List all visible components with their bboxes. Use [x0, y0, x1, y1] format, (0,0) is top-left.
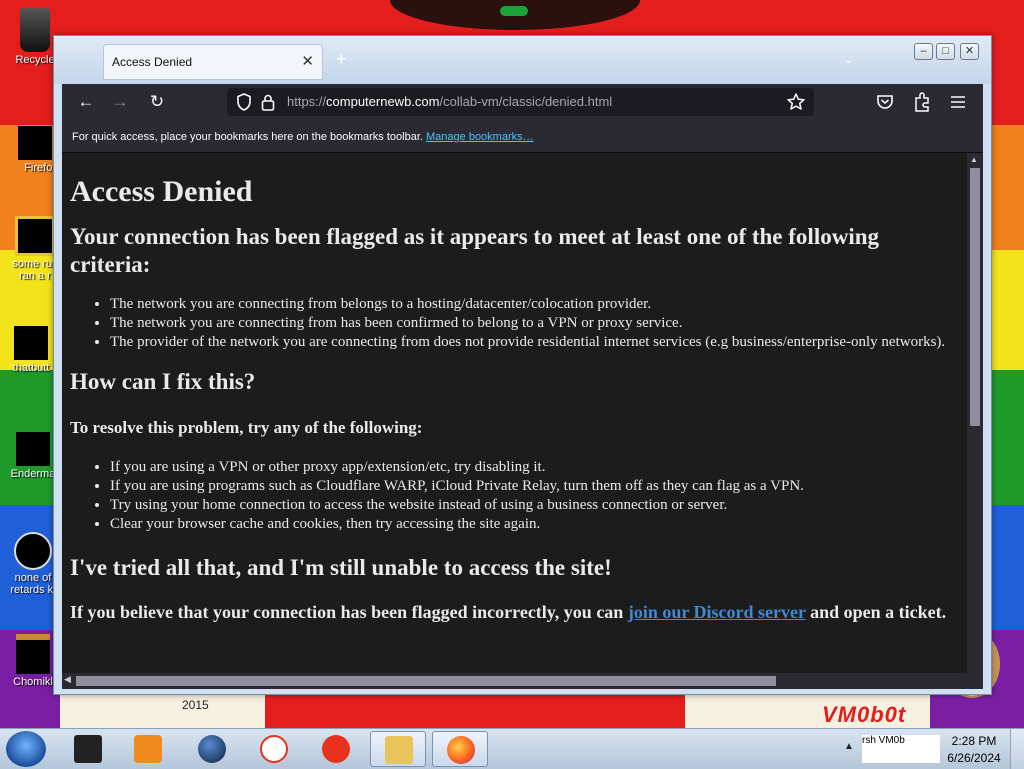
lock-icon[interactable]: [261, 93, 275, 111]
reload-button[interactable]: ↻: [145, 92, 169, 112]
maximize-button[interactable]: □: [936, 43, 955, 60]
fix-heading: How can I fix this?: [70, 369, 256, 394]
contact-paragraph: If you believe that your connection has …: [70, 600, 950, 624]
file-icon: [16, 634, 50, 674]
criteria-list: The network you are connecting from belo…: [70, 295, 950, 352]
file-icon: [16, 432, 50, 466]
taskbar-item-yandex[interactable]: [308, 731, 364, 767]
bookmarks-hint-text: For quick access, place your bookmarks h…: [72, 131, 423, 143]
clock-date[interactable]: 6/26/2024: [942, 751, 1006, 765]
file-explorer-icon: [385, 736, 413, 764]
list-item: The network you are connecting from has …: [110, 314, 950, 333]
taskbar: ▲ rsh VM0b 2:28 PM 6/26/2024: [0, 728, 1024, 769]
taskbar-item-globe[interactable]: [184, 731, 240, 767]
globe-icon: [198, 735, 226, 763]
url-prefix: https://: [287, 94, 327, 109]
taskbar-item-yandex-browser[interactable]: [246, 731, 302, 767]
page-content: Access Denied Your connection has been f…: [62, 153, 967, 673]
list-item: The provider of the network you are conn…: [110, 333, 950, 352]
recycle-bin-icon: [20, 8, 50, 52]
discord-link[interactable]: join our Discord server: [628, 602, 806, 622]
tab-list-chevron-icon[interactable]: ⌄: [844, 53, 853, 66]
extensions-icon[interactable]: [913, 92, 931, 112]
title-bar: Access Denied ✕ + ⌄ – □ ✕: [54, 36, 991, 84]
yandex-icon: [322, 735, 350, 763]
taskbar-item-media-player[interactable]: [120, 731, 176, 767]
file-icon: [14, 532, 52, 570]
vertical-scrollbar[interactable]: ▲: [967, 153, 983, 673]
bookmark-star-icon[interactable]: [786, 92, 806, 112]
address-bar[interactable]: https://computernewb.com/collab-vm/class…: [227, 88, 814, 116]
page-subtitle: Your connection has been flagged as it a…: [70, 224, 879, 277]
list-item: If you are using a VPN or other proxy ap…: [110, 458, 950, 477]
terminal-icon: [74, 735, 102, 763]
wallpaper-shape: [390, 0, 640, 30]
horizontal-scroll-thumb[interactable]: [76, 676, 776, 686]
yandex-browser-icon: [260, 735, 288, 763]
page-title: Access Denied: [70, 175, 253, 208]
tab-access-denied[interactable]: Access Denied ✕: [103, 44, 323, 80]
close-window-button[interactable]: ✕: [960, 43, 979, 60]
clock-time[interactable]: 2:28 PM: [948, 734, 1000, 748]
pocket-icon[interactable]: [876, 93, 894, 111]
fix-list: If you are using a VPN or other proxy ap…: [70, 458, 950, 534]
wallpaper-logo: VM0b0t: [822, 702, 907, 727]
navigation-toolbar: ← → ↻ https://computernewb.com/collab-vm…: [62, 84, 983, 120]
fix-intro: To resolve this problem, try any of the …: [70, 418, 423, 437]
firefox-icon: [447, 736, 475, 764]
contact-text: If you believe that your connection has …: [70, 602, 628, 622]
taskbar-item-firefox[interactable]: [432, 731, 488, 767]
system-tray: ▲ rsh VM0b 2:28 PM 6/26/2024: [840, 729, 1024, 769]
show-desktop-button[interactable]: [1010, 729, 1024, 769]
bookmarks-hint: For quick access, place your bookmarks h…: [72, 131, 534, 143]
media-player-icon: [134, 735, 162, 763]
new-tab-button[interactable]: +: [336, 49, 347, 70]
url-path: /collab-vm/classic/denied.html: [439, 94, 613, 109]
tracking-protection-shield-icon[interactable]: [236, 93, 252, 111]
bookmarks-toolbar: For quick access, place your bookmarks h…: [62, 120, 983, 153]
browser-window: Access Denied ✕ + ⌄ – □ ✕ ← → ↻ https://…: [53, 35, 992, 695]
list-item: Try using your home connection to access…: [110, 496, 950, 515]
horizontal-scrollbar[interactable]: ◀: [62, 673, 983, 689]
scroll-up-arrow-icon[interactable]: ▲: [970, 155, 978, 164]
tray-app-thumbnail[interactable]: rsh VM0b: [862, 735, 940, 763]
hamburger-menu-icon[interactable]: [949, 93, 967, 111]
file-icon: [14, 326, 48, 360]
url-domain: computernewb.com: [326, 94, 440, 109]
list-item: Clear your browser cache and cookies, th…: [110, 515, 950, 534]
scroll-left-arrow-icon[interactable]: ◀: [64, 674, 71, 685]
wallpaper-year-text: 2015: [182, 698, 209, 712]
show-hidden-icons-arrow-icon[interactable]: ▲: [844, 741, 854, 752]
list-item: If you are using programs such as Cloudf…: [110, 477, 950, 496]
list-item: The network you are connecting from belo…: [110, 295, 950, 314]
tab-close-icon[interactable]: ✕: [301, 52, 314, 70]
tab-title: Access Denied: [112, 55, 193, 69]
taskbar-item-terminal[interactable]: [60, 731, 116, 767]
taskbar-item-file-explorer[interactable]: [370, 731, 426, 767]
vertical-scroll-thumb[interactable]: [970, 168, 980, 426]
file-icon: [15, 216, 55, 256]
wallpaper-strip: [265, 692, 685, 728]
contact-text-end: and open a ticket.: [805, 602, 947, 622]
page-body: Access Denied Your connection has been f…: [70, 153, 950, 624]
manage-bookmarks-link[interactable]: Manage bookmarks…: [426, 131, 534, 143]
url-text[interactable]: https://computernewb.com/collab-vm/class…: [287, 94, 612, 109]
start-button[interactable]: [6, 731, 46, 767]
still-unable-heading: I've tried all that, and I'm still unabl…: [70, 555, 612, 580]
minimize-button[interactable]: –: [914, 43, 933, 60]
back-button[interactable]: ←: [74, 92, 98, 112]
firefox-shortcut-icon: [18, 126, 52, 160]
forward-button[interactable]: →: [108, 92, 132, 112]
